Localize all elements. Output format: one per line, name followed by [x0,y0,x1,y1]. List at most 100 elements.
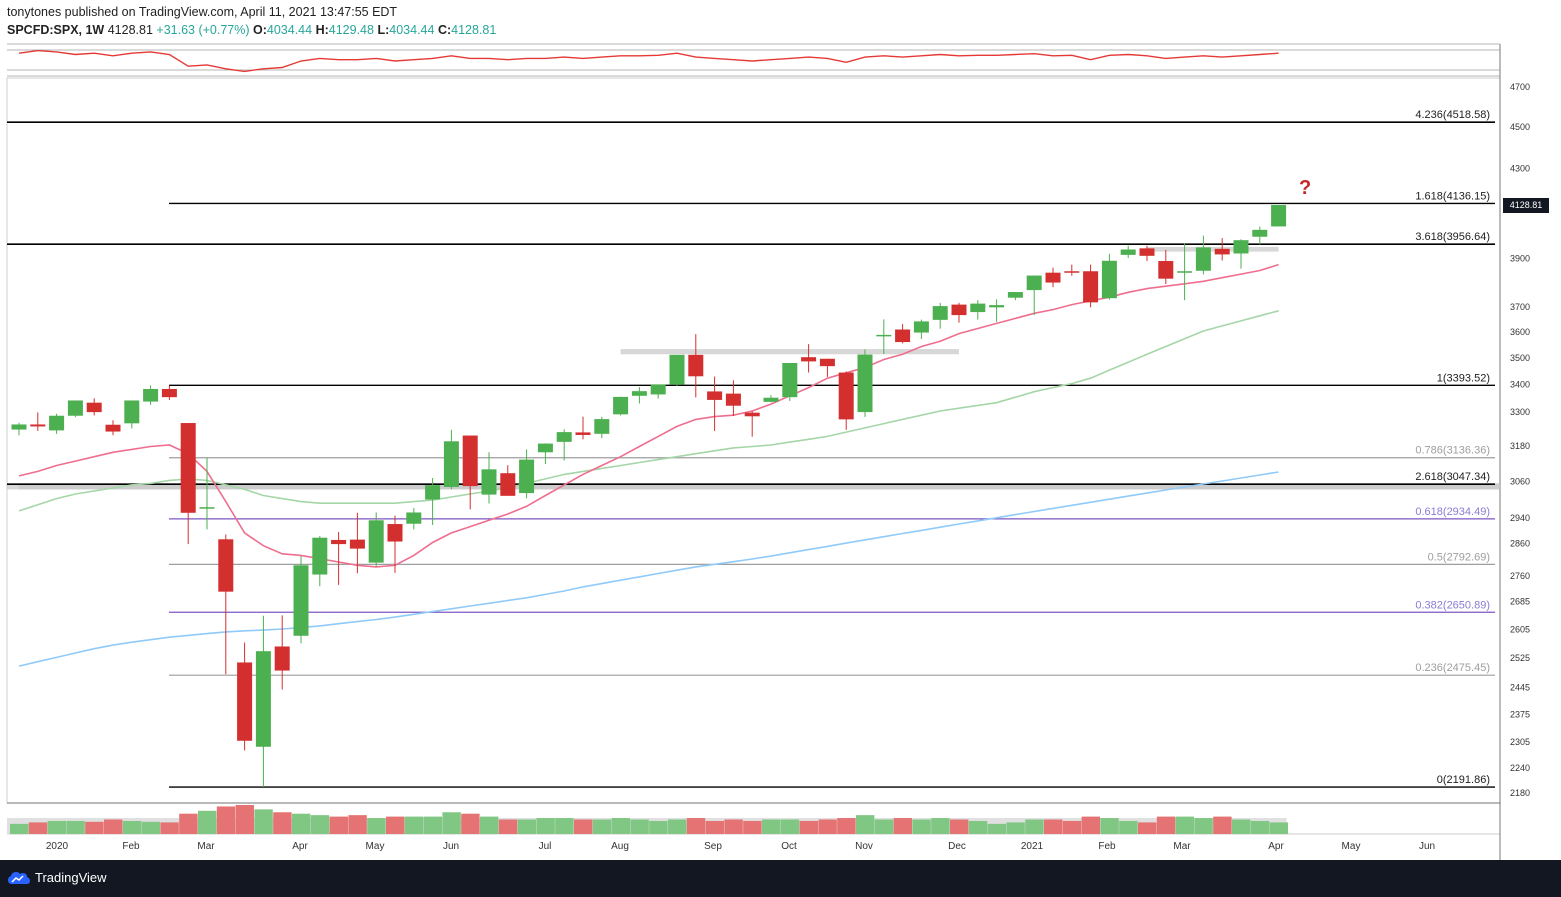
volume-bar [1269,822,1288,834]
candle [1233,239,1249,269]
candle-body [161,388,177,398]
volume-bar [461,813,480,834]
volume-bar [66,820,85,834]
volume-bar [310,815,330,834]
candle-body [537,443,553,453]
volume-bar [404,816,424,834]
candle-body [49,415,65,431]
candle-body [1214,248,1230,255]
price-tick-label: 2375 [1510,709,1530,719]
price-tick-label: 2445 [1510,683,1530,693]
volume-bar [592,819,612,834]
tradingview-logo[interactable]: TradingView [8,870,107,885]
ma20-line [18,263,1279,568]
candle-body [124,400,140,424]
candle-body [1177,271,1193,273]
candle [105,420,121,436]
candle-body [218,539,234,592]
candle [782,362,798,402]
price-axis[interactable]: 2180 2240 2305 2375 2445 2525 2605 2685 2760 2860… [1510,82,1530,798]
candle [1214,238,1230,261]
candle [500,465,516,496]
volume-bar [837,818,856,834]
candle-body [11,424,27,430]
candle-body [368,520,384,563]
volume-bar [28,822,48,834]
candle [30,412,46,431]
price-tick-label: 3060 [1510,476,1530,486]
volume-bar [574,819,593,834]
candle-body [519,459,535,494]
resistance-zone [1147,246,1279,252]
volume-bar [216,806,236,834]
time-tick-label: Mar [197,841,215,852]
rsi-line [18,49,1279,73]
candle [819,358,835,378]
candle [237,642,253,751]
volume-bar [273,812,292,834]
volume-bar [348,815,367,834]
candle-body [1139,248,1155,256]
time-tick-label: Nov [855,841,873,852]
candle [594,416,610,439]
candle [838,371,854,430]
candle [143,385,159,405]
candle-body [425,485,441,500]
fib-level-label: 4.236(4518.58) [1415,109,1490,121]
candle-body [932,306,948,320]
candle-body [801,357,817,362]
price-tick-label: 4300 [1510,164,1530,174]
candle-body [556,432,572,442]
candle-body [30,424,46,427]
volume-bar [1100,818,1119,834]
candle-body [594,419,610,434]
time-tick-label: May [1342,841,1361,852]
volume-bar [517,819,536,834]
volume-bar [442,812,461,834]
candle [951,302,967,323]
volume-bar [85,821,104,834]
time-axis[interactable]: 2020 Feb Mar Apr May Jun Jul Aug Sep Oct Nov Dec 202… [46,841,1435,852]
time-tick-label: Jul [539,841,552,852]
candle-body [274,646,290,671]
volume-bar [874,819,894,834]
volume-bar [367,818,386,834]
candle [481,452,497,504]
candle [368,512,384,567]
time-tick-label: Apr [292,841,308,852]
time-tick-label: Mar [1173,841,1191,852]
candle-body [819,358,835,367]
candle-body [1158,261,1174,279]
price-tick-label: 3500 [1510,353,1530,363]
candle-body [707,391,723,400]
price-tick-label: 2860 [1510,538,1530,548]
candle-body [387,524,403,542]
price-tick-label: 2760 [1510,571,1530,581]
candle [1101,253,1117,300]
volume-bar [235,805,254,834]
candle [462,435,478,510]
candle-body [331,539,347,545]
time-tick-label: Jun [443,841,459,852]
candle-body [631,391,647,396]
price-chart[interactable]: 4.236(4518.58) 1.618(4136.15) 3.618(3956.6… [0,0,1561,860]
price-tick-label: 4700 [1510,82,1530,92]
candle-body [857,354,873,413]
price-tick-label: 3300 [1510,407,1530,417]
volume-bar [686,818,706,834]
candle [67,400,83,418]
volume-bar [743,820,762,834]
candle [331,531,347,585]
candle [876,319,892,355]
volume-bar [1006,822,1025,834]
volume-bar [160,822,179,834]
candle [932,302,948,329]
main-pane-border [6,77,1501,804]
volume-bar [1138,822,1157,834]
candles [11,205,1287,787]
volume-bar [122,820,142,834]
candle [1271,205,1287,227]
candle [255,615,271,787]
fib-level-label: 2.618(3047.34) [1415,471,1490,483]
volume-bar [480,816,499,834]
